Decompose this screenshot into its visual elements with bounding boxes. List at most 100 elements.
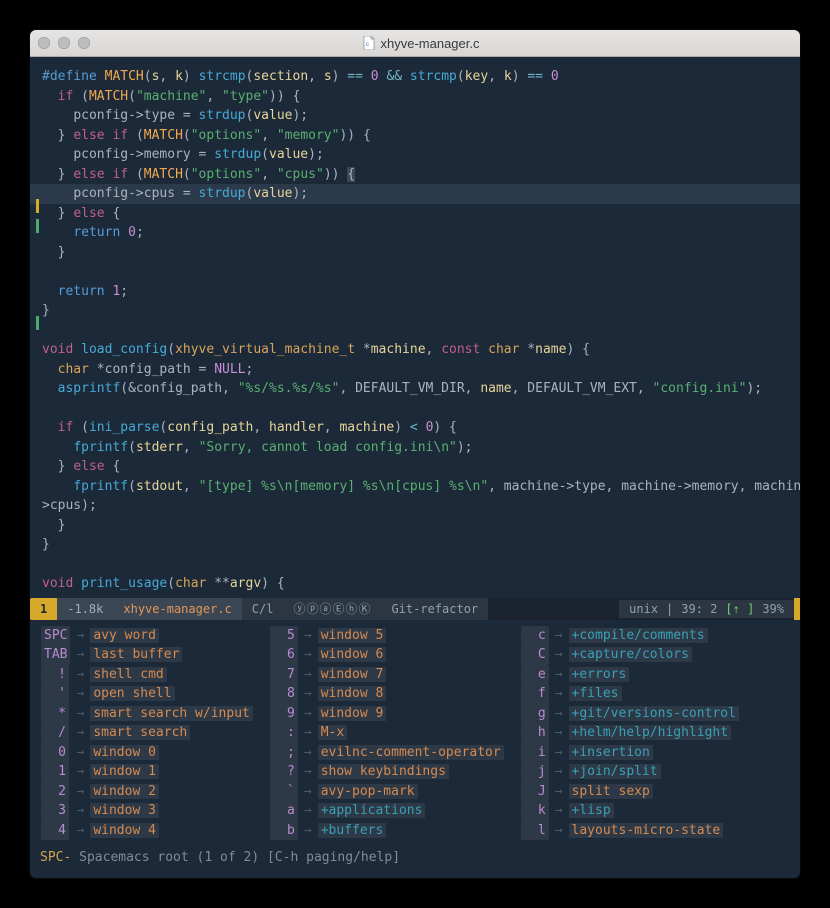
which-key-desc[interactable]: +errors [569, 667, 630, 682]
which-key-desc[interactable]: +applications [318, 803, 426, 818]
which-key-key[interactable]: ! [41, 665, 69, 685]
arrow-icon: → [76, 803, 84, 818]
which-key-desc[interactable]: window 9 [318, 706, 387, 721]
which-key-key[interactable]: 1 [41, 762, 69, 782]
which-key-key[interactable]: * [41, 704, 69, 724]
which-key-desc[interactable]: window 8 [318, 686, 387, 701]
modeline-vc-branch: Git-refactor [381, 598, 488, 620]
modeline-encoding: unix [629, 600, 658, 618]
which-key-key[interactable]: ; [270, 743, 298, 763]
which-key-desc[interactable]: last buffer [90, 647, 182, 662]
which-key-key[interactable]: 4 [41, 821, 69, 841]
which-key-key[interactable]: TAB [41, 645, 70, 665]
which-key-key[interactable]: c [521, 626, 549, 646]
which-key-key[interactable]: C [521, 645, 549, 665]
which-key-desc[interactable]: +helm/help/highlight [569, 725, 732, 740]
which-key-row: SPC→avy word5→window 5c→+compile/comment… [38, 626, 739, 646]
which-key-desc[interactable]: +join/split [569, 764, 661, 779]
which-key-key[interactable]: J [521, 782, 549, 802]
which-key-desc[interactable]: +buffers [318, 823, 387, 838]
which-key-key[interactable]: 2 [41, 782, 69, 802]
arrow-icon: → [76, 745, 84, 760]
which-key-row: 1→window 1?→show keybindingsj→+join/spli… [38, 762, 739, 782]
which-key-key[interactable]: SPC [41, 626, 70, 646]
which-key-desc[interactable]: layouts-micro-state [569, 823, 724, 838]
which-key-desc[interactable]: smart search w/input [90, 706, 253, 721]
which-key-key[interactable]: 7 [270, 665, 298, 685]
which-key-desc[interactable]: M-x [318, 725, 347, 740]
which-key-desc[interactable]: evilnc-comment-operator [318, 745, 504, 760]
arrow-icon: → [555, 784, 563, 799]
which-key-key[interactable]: 6 [270, 645, 298, 665]
which-key-row: 2→window 2`→avy-pop-markJ→split sexp [38, 782, 739, 802]
arrow-icon: → [304, 706, 312, 721]
which-key-key[interactable]: f [521, 684, 549, 704]
which-key-desc[interactable]: window 7 [318, 667, 387, 682]
modeline-minor-modes: ⓨⓟⓐⒺⓗⓀ [283, 598, 381, 620]
arrow-icon: → [304, 823, 312, 838]
which-key-desc[interactable]: split sexp [569, 784, 653, 799]
which-key-desc[interactable]: avy word [90, 628, 159, 643]
which-key-desc[interactable]: open shell [90, 686, 174, 701]
code-area[interactable]: #define MATCH(s, k) strcmp(section, s) =… [30, 57, 800, 598]
which-key-table: SPC → avy word 5 → window 5 c → +compile/comment… [38, 626, 739, 841]
arrow-icon: → [76, 667, 84, 682]
which-key-desc[interactable]: window 6 [318, 647, 387, 662]
which-key-key[interactable]: l [521, 821, 549, 841]
which-key-key[interactable]: g [521, 704, 549, 724]
editor-window: c xhyve-manager.c #define MATCH(s, k) st… [30, 30, 800, 878]
which-key-desc[interactable]: smart search [90, 725, 190, 740]
which-key-key[interactable]: ` [270, 782, 298, 802]
which-key-panel: SPC → avy word 5 → window 5 c → +compile/comment… [30, 620, 800, 845]
which-key-key[interactable]: j [521, 762, 549, 782]
which-key-key[interactable]: : [270, 723, 298, 743]
which-key-key[interactable]: 0 [41, 743, 69, 763]
which-key-row: TAB→last buffer6→window 6C→+capture/colo… [38, 645, 739, 665]
which-key-key[interactable]: a [270, 801, 298, 821]
which-key-desc[interactable]: window 2 [90, 784, 159, 799]
arrow-icon: → [555, 647, 563, 662]
arrow-icon: → [304, 686, 312, 701]
svg-text:c: c [366, 42, 369, 48]
window-title-text: xhyve-manager.c [381, 36, 480, 51]
modeline-git-status-icon: [⇡ ] [725, 600, 754, 618]
which-key-desc[interactable]: avy-pop-mark [318, 784, 418, 799]
which-key-desc[interactable]: +git/versions-control [569, 706, 739, 721]
which-key-desc[interactable]: window 3 [90, 803, 159, 818]
arrow-icon: → [304, 803, 312, 818]
which-key-key[interactable]: h [521, 723, 549, 743]
titlebar[interactable]: c xhyve-manager.c [30, 30, 800, 57]
modeline-right: unix| 39: 2 [⇡ ] 39% [619, 600, 794, 618]
close-icon[interactable] [38, 37, 50, 49]
which-key-key[interactable]: e [521, 665, 549, 685]
which-key-key[interactable]: 8 [270, 684, 298, 704]
which-key-key[interactable]: ' [41, 684, 69, 704]
which-key-desc[interactable]: window 5 [318, 628, 387, 643]
which-key-key[interactable]: k [521, 801, 549, 821]
arrow-icon: → [76, 823, 84, 838]
which-key-desc[interactable]: window 4 [90, 823, 159, 838]
which-key-desc[interactable]: show keybindings [318, 764, 449, 779]
which-key-desc[interactable]: +lisp [569, 803, 614, 818]
arrow-icon: → [555, 725, 563, 740]
which-key-key[interactable]: 3 [41, 801, 69, 821]
which-key-desc[interactable]: +capture/colors [569, 647, 692, 662]
which-key-desc[interactable]: +files [569, 686, 622, 701]
which-key-desc[interactable]: +insertion [569, 745, 653, 760]
which-key-key[interactable]: i [521, 743, 549, 763]
which-key-desc[interactable]: window 1 [90, 764, 159, 779]
which-key-key[interactable]: 9 [270, 704, 298, 724]
which-key-key[interactable]: b [270, 821, 298, 841]
which-key-key[interactable]: ? [270, 762, 298, 782]
arrow-icon: → [304, 784, 312, 799]
which-key-desc[interactable]: +compile/comments [569, 628, 708, 643]
which-key-row: /→smart search:→M-xh→+helm/help/highligh… [38, 723, 739, 743]
arrow-icon: → [304, 745, 312, 760]
arrow-icon: → [76, 628, 84, 643]
which-key-desc[interactable]: window 0 [90, 745, 159, 760]
arrow-icon: → [555, 764, 563, 779]
which-key-desc[interactable]: shell cmd [90, 667, 166, 682]
arrow-icon: → [555, 803, 563, 818]
which-key-key[interactable]: 5 [270, 626, 298, 646]
which-key-key[interactable]: / [41, 723, 69, 743]
